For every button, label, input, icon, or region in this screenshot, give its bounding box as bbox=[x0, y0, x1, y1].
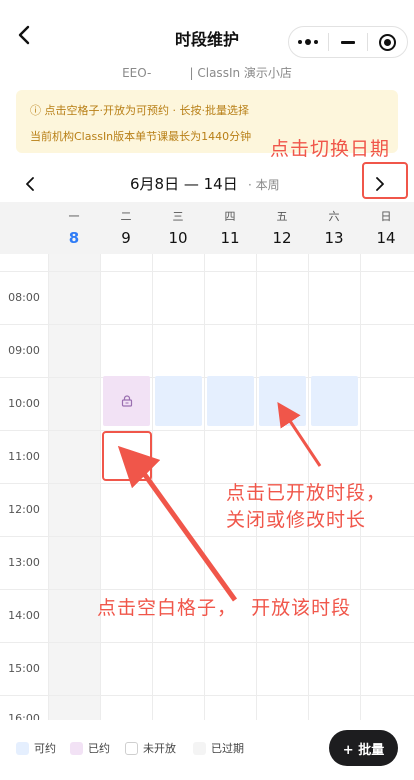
week-navigation: 6月8日 — 14日 · 本周 bbox=[0, 166, 414, 202]
header: 时段维护 bbox=[0, 0, 414, 62]
legend-label: 可约 bbox=[34, 742, 56, 755]
minimize-button[interactable] bbox=[329, 27, 368, 57]
annotation-switch-date: 点击切换日期 bbox=[270, 138, 391, 160]
prev-week-button[interactable] bbox=[20, 174, 40, 194]
legend-swatch bbox=[16, 741, 29, 755]
next-week-highlight bbox=[362, 162, 408, 199]
footer: 可约 已约 未开放 已过期 + 批量 bbox=[0, 720, 414, 780]
more-dots-icon bbox=[298, 39, 319, 45]
weekday-label: 六 bbox=[328, 210, 340, 223]
legend-label: 已过期 bbox=[211, 742, 244, 755]
notice-line-2: 当前机构ClassIn版本单节课最长为1440分钟 bbox=[30, 130, 252, 143]
legend-item: 未开放 bbox=[125, 740, 176, 756]
legend-item: 已过期 bbox=[193, 740, 244, 756]
notice-line-1: ⓘ 点击空格子·开放为可预约 · 长按·批量选择 bbox=[30, 104, 249, 117]
week-day-header: 一 8 二 9 三 10 四 11 五 12 六 13 日 14 bbox=[0, 202, 414, 254]
batch-button[interactable]: + 批量 bbox=[329, 730, 398, 766]
week-range: 6月8日 — 14日 bbox=[130, 175, 238, 193]
legend-item: 可约 bbox=[16, 740, 56, 756]
this-week-label: · 本周 bbox=[248, 178, 280, 192]
annotation-blank-slot: 点击空白格子， 开放该时段 bbox=[97, 597, 352, 619]
minus-icon bbox=[341, 40, 355, 44]
chevron-left-icon bbox=[26, 177, 34, 191]
date-label: 14 bbox=[376, 229, 396, 247]
date-label: 8 bbox=[68, 229, 80, 247]
day-column-header[interactable]: 三 10 bbox=[152, 202, 204, 254]
date-label: 10 bbox=[168, 229, 188, 247]
day-column-header[interactable]: 四 11 bbox=[204, 202, 256, 254]
annotation-open-slot: 点击已开放时段， 关闭或修改时长 bbox=[226, 482, 387, 531]
legend-item: 已约 bbox=[70, 740, 110, 756]
date-label: 9 bbox=[121, 229, 131, 247]
mini-program-capsule bbox=[288, 26, 408, 58]
blank-slot-highlight bbox=[102, 431, 152, 481]
day-column-header[interactable]: 六 13 bbox=[308, 202, 360, 254]
arrow-to-blank-slot bbox=[117, 445, 238, 602]
legend-swatch bbox=[193, 741, 206, 755]
weekday-label: 五 bbox=[276, 210, 288, 223]
arrow-to-open-slot bbox=[277, 402, 322, 467]
weekday-label: 一 bbox=[68, 210, 80, 223]
close-mini-program-button[interactable] bbox=[368, 27, 407, 57]
legend-swatch bbox=[70, 741, 83, 755]
day-column-header[interactable]: 日 14 bbox=[360, 202, 412, 254]
store-subtitle: EEO- | ClassIn 演示小店 bbox=[122, 66, 292, 80]
day-column-header[interactable]: 二 9 bbox=[100, 202, 152, 254]
day-column-header[interactable]: 五 12 bbox=[256, 202, 308, 254]
date-label: 11 bbox=[220, 229, 240, 247]
weekday-label: 二 bbox=[120, 210, 132, 223]
legend-label: 已约 bbox=[88, 742, 110, 755]
legend-swatch bbox=[125, 741, 138, 755]
legend-label: 未开放 bbox=[143, 742, 176, 755]
day-column-header[interactable]: 一 8 bbox=[48, 202, 100, 254]
date-label: 13 bbox=[324, 229, 344, 247]
target-icon bbox=[379, 33, 397, 51]
date-label: 12 bbox=[272, 229, 292, 247]
weekday-label: 四 bbox=[224, 210, 236, 223]
weekday-label: 三 bbox=[172, 210, 184, 223]
weekday-label: 日 bbox=[380, 210, 392, 223]
more-button[interactable] bbox=[289, 27, 328, 57]
